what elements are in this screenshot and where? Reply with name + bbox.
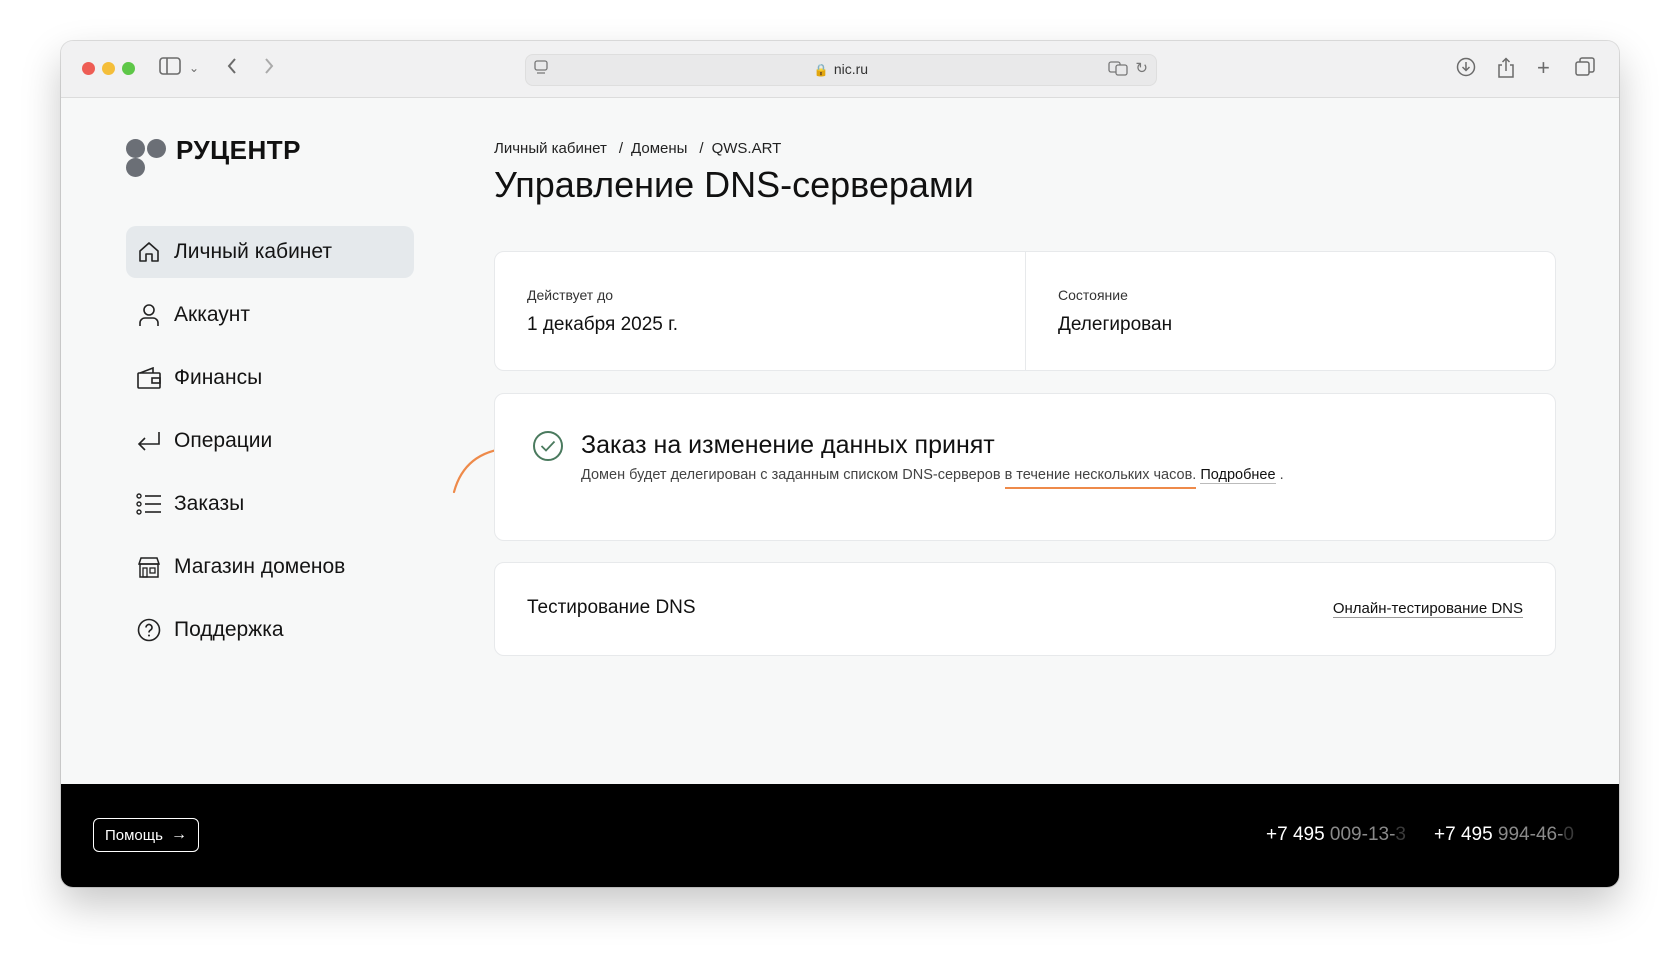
order-accepted-card: Заказ на изменение данных принят Домен б… bbox=[494, 393, 1556, 541]
forward-icon[interactable] bbox=[263, 57, 275, 80]
share-icon[interactable] bbox=[1497, 57, 1515, 84]
address-bar[interactable]: 🔒 nic.ru ↻ bbox=[525, 54, 1157, 86]
sidebar-nav: Личный кабинет Аккаунт Финансы Операции … bbox=[126, 226, 414, 667]
dns-testing-title: Тестирование DNS bbox=[527, 597, 696, 618]
sidebar-item-finance[interactable]: Финансы bbox=[126, 352, 414, 404]
footer: Помощь → +7 495 009-13-3 +7 495 994-46-0 bbox=[61, 784, 1619, 887]
url-text: nic.ru bbox=[833, 61, 869, 77]
zoom-window-button[interactable] bbox=[122, 62, 135, 75]
reload-icon[interactable]: ↻ bbox=[1135, 59, 1148, 77]
sidebar-item-label: Магазин доменов bbox=[174, 555, 346, 578]
new-tab-icon[interactable]: + bbox=[1537, 57, 1550, 79]
sidebar-item-domain-shop[interactable]: Магазин доменов bbox=[126, 541, 414, 593]
minimize-window-button[interactable] bbox=[102, 62, 115, 75]
phone-number-2[interactable]: +7 495 994-46-0 bbox=[1434, 824, 1574, 846]
brand-name: РУЦЕНТР bbox=[176, 135, 302, 165]
message-text: Домен будет делегирован с заданным списк… bbox=[581, 467, 1284, 489]
domain-info-card: Действует до 1 декабря 2025 г. Состояние… bbox=[494, 251, 1556, 371]
list-icon bbox=[136, 491, 162, 517]
sidebar-item-support[interactable]: Поддержка bbox=[126, 604, 414, 656]
sidebar-item-label: Операции bbox=[174, 429, 273, 452]
check-circle-icon bbox=[533, 431, 563, 461]
divider bbox=[1025, 252, 1026, 370]
sidebar-item-dashboard[interactable]: Личный кабинет bbox=[126, 226, 414, 278]
breadcrumb-domains[interactable]: Домены bbox=[631, 140, 687, 157]
help-button[interactable]: Помощь → bbox=[93, 818, 199, 852]
browser-toolbar: ⌄ 🔒 nic.ru ↻ + bbox=[61, 41, 1619, 98]
browser-window: ⌄ 🔒 nic.ru ↻ + РУЦЕНТР Личный кабинет Ак… bbox=[61, 41, 1619, 887]
sidebar-item-label: Заказы bbox=[174, 492, 245, 515]
sidebar-item-account[interactable]: Аккаунт bbox=[126, 289, 414, 341]
status-label: Состояние bbox=[1058, 287, 1128, 303]
sidebar-item-label: Финансы bbox=[174, 366, 263, 389]
home-icon bbox=[136, 239, 162, 265]
phone-number-1[interactable]: +7 495 009-13-3 bbox=[1266, 824, 1406, 846]
message-title: Заказ на изменение данных принят bbox=[581, 431, 995, 459]
question-icon bbox=[136, 617, 162, 643]
lock-icon: 🔒 bbox=[813, 63, 829, 77]
sidebar-item-label: Аккаунт bbox=[174, 303, 251, 326]
breadcrumb-separator: / bbox=[618, 140, 624, 157]
sidebar-item-label: Поддержка bbox=[174, 618, 284, 641]
return-arrow-icon bbox=[136, 428, 162, 454]
translate-icon[interactable] bbox=[1108, 60, 1128, 79]
more-link[interactable]: Подробнее bbox=[1200, 467, 1276, 484]
breadcrumb-domain[interactable]: QWS.ART bbox=[712, 140, 782, 157]
breadcrumb: Личный кабинет / Домены / QWS.ART bbox=[494, 140, 787, 157]
breadcrumb-separator: / bbox=[699, 140, 704, 157]
download-icon[interactable] bbox=[1456, 57, 1476, 82]
message-text-highlight: в течение нескольких часов. bbox=[1004, 467, 1197, 489]
page-title: Управление DNS-серверами bbox=[494, 164, 974, 205]
back-icon[interactable] bbox=[226, 57, 238, 80]
store-icon bbox=[136, 554, 162, 580]
close-window-button[interactable] bbox=[82, 62, 95, 75]
sidebar-item-label: Личный кабинет bbox=[174, 240, 332, 263]
message-text-end: . bbox=[1275, 467, 1284, 483]
sidebar-item-operations[interactable]: Операции bbox=[126, 415, 414, 467]
online-dns-test-link[interactable]: Онлайн-тестирование DNS bbox=[1332, 600, 1523, 618]
wallet-icon bbox=[136, 365, 162, 391]
help-button-label: Помощь bbox=[105, 826, 163, 844]
tabs-overview-icon[interactable] bbox=[1575, 57, 1595, 82]
chevron-down-icon[interactable]: ⌄ bbox=[189, 57, 199, 79]
breadcrumb-dashboard[interactable]: Личный кабинет bbox=[494, 140, 607, 157]
user-icon bbox=[136, 302, 162, 328]
sidebar-item-orders[interactable]: Заказы bbox=[126, 478, 414, 530]
valid-until-value: 1 декабря 2025 г. bbox=[527, 314, 679, 335]
valid-until-label: Действует до bbox=[527, 287, 614, 303]
arrow-right-icon: → bbox=[170, 826, 187, 843]
status-value: Делегирован bbox=[1058, 314, 1173, 335]
dns-testing-card: Тестирование DNS Онлайн-тестирование DNS bbox=[494, 562, 1556, 656]
message-text-main: Домен будет делегирован с заданным списк… bbox=[581, 467, 1005, 483]
sidebar-toggle-icon[interactable] bbox=[159, 57, 181, 80]
